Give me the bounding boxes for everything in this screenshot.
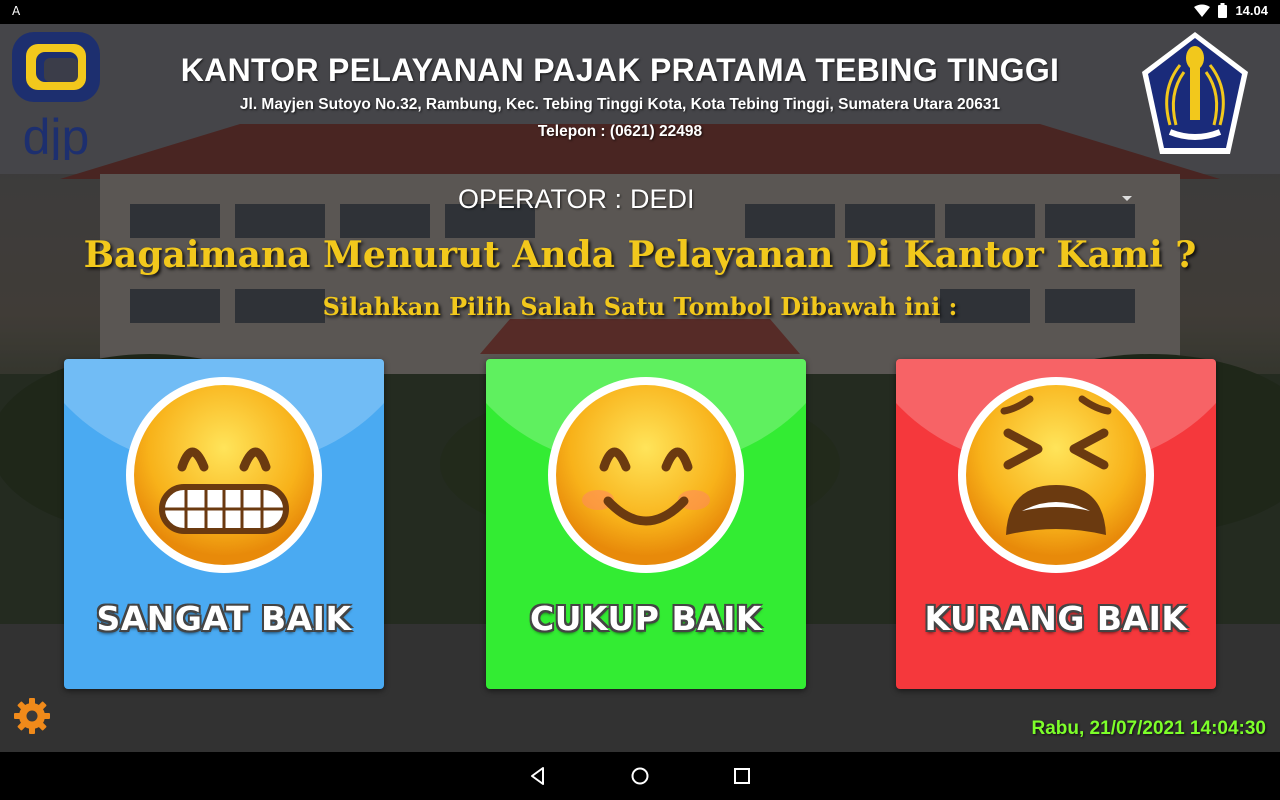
operator-label: OPERATOR : bbox=[458, 184, 623, 214]
djp-logo-text: djp bbox=[23, 109, 90, 160]
rating-button-sangat-baik[interactable]: SANGAT BAIK bbox=[64, 359, 384, 689]
status-bar: A 14.04 bbox=[0, 0, 1280, 24]
office-address: Jl. Mayjen Sutoyo No.32, Rambung, Kec. T… bbox=[239, 96, 1001, 113]
status-time: 14.04 bbox=[1235, 3, 1268, 18]
rating-label-kurang-baik: KURANG BAIK bbox=[924, 599, 1188, 638]
battery-icon bbox=[1218, 3, 1228, 18]
operator-value: DEDI bbox=[630, 184, 695, 214]
kemenkeu-emblem bbox=[1142, 32, 1248, 154]
rating-button-cukup-baik[interactable]: CUKUP BAIK bbox=[486, 359, 806, 689]
navigation-bar bbox=[0, 752, 1280, 800]
tired-face-icon bbox=[958, 377, 1154, 573]
rating-label-cukup-baik: CUKUP BAIK bbox=[529, 599, 763, 638]
dropdown-arrow-icon bbox=[1122, 196, 1132, 201]
wifi-icon bbox=[1194, 4, 1211, 17]
date-time: Rabu, 21/07/2021 14:04:30 bbox=[1031, 718, 1267, 739]
grinning-face-icon bbox=[126, 377, 322, 573]
rating-label-sangat-baik: SANGAT BAIK bbox=[96, 599, 352, 638]
back-icon[interactable] bbox=[526, 764, 550, 788]
font-indicator: A bbox=[12, 4, 21, 18]
smiling-face-icon bbox=[548, 377, 744, 573]
djp-logo: djp bbox=[12, 32, 100, 160]
survey-question: Bagaimana Menurut Anda Pelayanan Di Kant… bbox=[83, 234, 1197, 276]
office-phone: Telepon : (0621) 22498 bbox=[537, 123, 703, 140]
survey-screen: djp KANTOR PELAYANAN PAJAK PRATAMA TEBIN… bbox=[0, 24, 1280, 752]
recents-icon[interactable] bbox=[730, 764, 754, 788]
survey-instruction: Silahkan Pilih Salah Satu Tombol Dibawah… bbox=[322, 292, 958, 321]
office-title: KANTOR PELAYANAN PAJAK PRATAMA TEBING TI… bbox=[180, 52, 1060, 88]
home-icon[interactable] bbox=[628, 764, 652, 788]
gear-icon[interactable] bbox=[12, 696, 52, 736]
operator-dropdown[interactable]: OPERATOR : DEDI bbox=[440, 184, 1140, 220]
rating-button-kurang-baik[interactable]: KURANG BAIK bbox=[896, 359, 1216, 689]
